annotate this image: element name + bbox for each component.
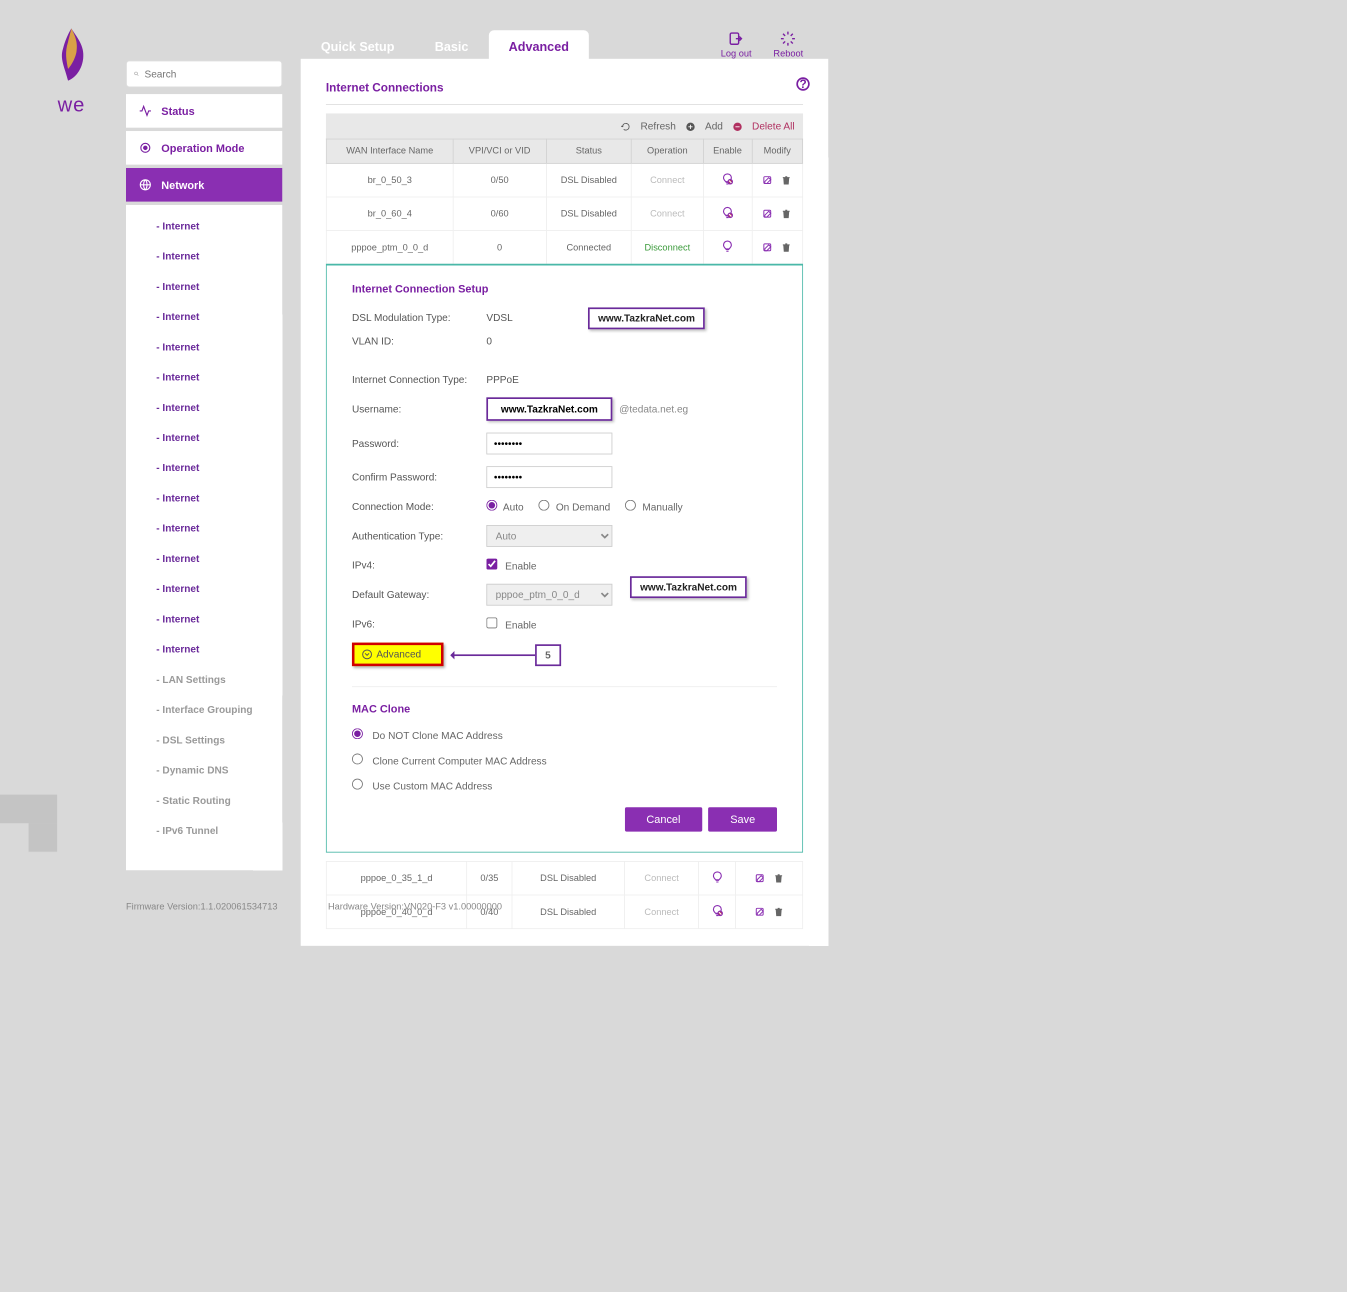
mac-clone-group[interactable]: Do NOT Clone MAC Address Clone Current C…: [352, 728, 777, 792]
edit-icon[interactable]: [762, 208, 774, 220]
radio-icon: [138, 140, 153, 155]
table-row[interactable]: br_0_50_30/50DSL DisabledConnect: [326, 163, 802, 197]
decoration: [29, 823, 58, 852]
table-row[interactable]: br_0_60_40/60DSL DisabledConnect: [326, 197, 802, 231]
hardware-version: Hardware Version:VN020-F3 v1.00000000: [328, 902, 502, 912]
table-actions: Refresh Add Delete All: [326, 113, 803, 138]
table-row[interactable]: pppoe_ptm_0_0_d0ConnectedDisconnect: [326, 231, 802, 265]
confirm-password-input[interactable]: [486, 466, 612, 488]
help-icon[interactable]: ?: [796, 77, 809, 90]
brand-logo: we: [42, 25, 101, 117]
search-box[interactable]: [126, 60, 282, 87]
sidebar-item-internet[interactable]: Internet: [156, 402, 282, 414]
sidebar-item-internet[interactable]: Internet: [156, 553, 282, 565]
page-title: Internet Connections ?: [326, 81, 803, 105]
sidebar-item-internet[interactable]: Internet: [156, 311, 282, 323]
enable-toggle[interactable]: [703, 231, 752, 265]
ipv6-label: IPv6:: [352, 618, 486, 630]
nav-network[interactable]: Network: [126, 168, 282, 202]
sidebar-item-internet[interactable]: Internet: [156, 492, 282, 504]
connection-mode-group[interactable]: Auto On Demand Manually: [486, 500, 697, 513]
sidebar-item-internet[interactable]: Internet: [156, 220, 282, 232]
sidebar-item-internet[interactable]: Internet: [156, 613, 282, 625]
auth-select[interactable]: Auto: [486, 525, 612, 547]
enable-toggle[interactable]: [699, 861, 736, 895]
conn-type-value: PPPoE: [486, 374, 519, 386]
trash-icon[interactable]: [773, 872, 785, 884]
sidebar-item-internet[interactable]: Internet: [156, 522, 282, 534]
dsl-label: DSL Modulation Type:: [352, 312, 486, 324]
globe-icon: [138, 177, 153, 192]
sidebar-item-internet[interactable]: Internet: [156, 462, 282, 474]
network-submenu: Internet Internet Internet Internet Internet…: [126, 205, 282, 870]
dsl-value: VDSL: [486, 312, 512, 324]
sidebar-item[interactable]: Static Routing: [156, 795, 282, 807]
plus-icon: [685, 122, 695, 132]
reboot-button[interactable]: Reboot: [773, 30, 803, 59]
sidebar-item[interactable]: Dynamic DNS: [156, 764, 282, 776]
sidebar-item-internet[interactable]: Internet: [156, 583, 282, 595]
enable-toggle[interactable]: [703, 163, 752, 197]
sidebar-item-internet[interactable]: Internet: [156, 250, 282, 262]
sidebar-item[interactable]: LAN Settings: [156, 674, 282, 686]
main-panel: Internet Connections ? Refresh Add Delet…: [301, 59, 829, 946]
connection-setup-panel: Internet Connection Setup DSL Modulation…: [326, 264, 803, 853]
search-input[interactable]: [144, 68, 274, 80]
auth-label: Authentication Type:: [352, 530, 486, 542]
save-button[interactable]: Save: [708, 807, 777, 831]
ipv4-label: IPv4:: [352, 559, 486, 571]
edit-icon[interactable]: [762, 242, 774, 254]
add-button[interactable]: Add: [685, 120, 723, 132]
ipv4-enable[interactable]: Enable: [486, 559, 536, 572]
connection-mode-label: Connection Mode:: [352, 501, 486, 513]
nav-status[interactable]: Status: [126, 94, 282, 128]
sidebar-item[interactable]: IPv6 Tunnel: [156, 825, 282, 837]
sidebar-item-internet[interactable]: Internet: [156, 432, 282, 444]
sidebar-item[interactable]: DSL Settings: [156, 734, 282, 746]
refresh-icon: [621, 122, 631, 132]
mac-clone-title: MAC Clone: [352, 686, 777, 715]
username-suffix: @tedata.net.eg: [619, 403, 688, 415]
sidebar-item-internet[interactable]: Internet: [156, 341, 282, 353]
refresh-button[interactable]: Refresh: [621, 120, 676, 132]
table-row[interactable]: pppoe_0_35_1_d0/35DSL DisabledConnect: [326, 861, 802, 895]
edit-icon[interactable]: [762, 174, 774, 186]
advanced-toggle[interactable]: Advanced: [352, 643, 444, 667]
setup-title: Internet Connection Setup: [352, 282, 777, 295]
trash-icon[interactable]: [781, 208, 793, 220]
search-icon: [134, 68, 140, 80]
confirm-password-label: Confirm Password:: [352, 471, 486, 483]
edit-icon[interactable]: [754, 872, 766, 884]
sidebar-item-internet[interactable]: Internet: [156, 371, 282, 383]
cancel-button[interactable]: Cancel: [625, 807, 703, 831]
gateway-label: Default Gateway:: [352, 589, 486, 601]
delete-all-button[interactable]: Delete All: [732, 120, 794, 132]
decoration: [0, 795, 57, 824]
nav-operation[interactable]: Operation Mode: [126, 131, 282, 165]
ipv6-enable[interactable]: Enable: [486, 617, 536, 630]
username-label: Username:: [352, 403, 486, 415]
gateway-select[interactable]: pppoe_ptm_0_0_d: [486, 584, 612, 606]
username-input[interactable]: [486, 397, 612, 421]
minus-icon: [732, 122, 742, 132]
password-label: Password:: [352, 438, 486, 450]
trash-icon[interactable]: [781, 174, 793, 186]
trash-icon[interactable]: [781, 242, 793, 254]
pulse-icon: [138, 103, 153, 118]
conn-type-label: Internet Connection Type:: [352, 374, 486, 386]
annotation-arrow: [451, 654, 535, 656]
annotation-step: 5: [535, 644, 561, 666]
firmware-version: Firmware Version:1.1.020061534713: [126, 902, 278, 912]
sidebar-item[interactable]: Interface Grouping: [156, 704, 282, 716]
page-footer: Firmware Version:1.1.020061534713 Hardwa…: [126, 894, 832, 912]
vlan-value: 0: [486, 335, 492, 347]
wan-table: WAN Interface NameVPI/VCI or VIDStatusOp…: [326, 139, 803, 265]
password-input[interactable]: [486, 433, 612, 455]
sidebar-item-internet[interactable]: Internet: [156, 643, 282, 655]
enable-toggle[interactable]: [703, 197, 752, 231]
vlan-label: VLAN ID:: [352, 335, 486, 347]
sidebar-item-internet[interactable]: Internet: [156, 281, 282, 293]
chevron-down-icon: [361, 648, 373, 660]
logout-button[interactable]: Log out: [721, 30, 752, 59]
